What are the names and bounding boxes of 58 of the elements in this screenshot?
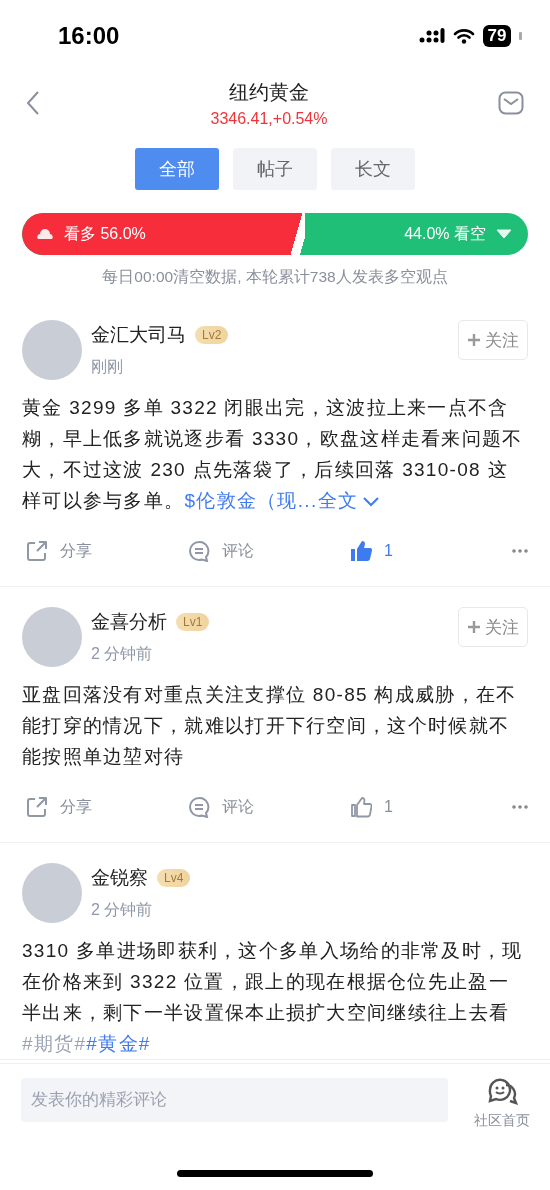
avatar: [22, 320, 82, 380]
thumbs-up-icon: [350, 540, 372, 562]
level-badge: Lv1: [176, 613, 210, 631]
wifi-icon: [453, 28, 475, 44]
comment-button[interactable]: 评论: [188, 540, 350, 562]
author-name: 金喜分析: [91, 610, 167, 634]
mail-icon[interactable]: [498, 91, 524, 115]
share-icon: [26, 540, 48, 562]
status-time: 16:00: [58, 22, 121, 50]
post-text: 3310 多单进场即获利，这个多单入场给的非常及时，现在价格来到 3322 位置，跟上的现在根据仓位先止盈一半出来，剩下一半设置保本止损扩大空间继续往上去看 #期货##黄金#: [22, 939, 524, 1056]
battery-tip-icon: [519, 32, 522, 40]
share-button[interactable]: 分享: [26, 796, 188, 818]
chevron-down-icon: [362, 496, 381, 508]
caret-down-icon: [496, 229, 512, 239]
follow-button[interactable]: 关注: [458, 607, 528, 647]
author-name: 金汇大司马: [91, 323, 186, 347]
avatar: [22, 607, 82, 667]
signal-icon: [419, 28, 445, 44]
like-button[interactable]: 1: [350, 796, 512, 818]
comment-field[interactable]: 发表你的精彩评论: [21, 1078, 448, 1122]
topic-link[interactable]: #黄金#: [86, 1033, 151, 1054]
plus-icon: [467, 620, 481, 634]
chat-smiley-icon: [486, 1076, 518, 1106]
filter-tab[interactable]: 长文: [331, 148, 415, 190]
post-time: 刚刚: [91, 357, 124, 377]
back-icon[interactable]: [26, 90, 40, 116]
page-title: 纽约黄金: [229, 79, 309, 105]
level-badge: Lv2: [195, 326, 229, 344]
cloud-up-icon: [36, 228, 54, 240]
more-icon[interactable]: [512, 549, 528, 553]
comment-bubble-icon: [188, 796, 210, 818]
post-time: 2 分钟前: [91, 900, 154, 920]
bearish-label: 44.0% 看空: [404, 223, 486, 244]
topic-link[interactable]: $伦敦金（现...: [184, 490, 318, 511]
post-time: 2 分钟前: [91, 644, 154, 664]
more-icon[interactable]: [512, 805, 528, 809]
follow-button[interactable]: 关注: [458, 320, 528, 360]
filter-tab[interactable]: 帖子: [233, 148, 317, 190]
author-name: 金锐察: [91, 866, 148, 890]
sentiment-note: 每日00:00清空数据, 本轮累计738人发表多空观点: [101, 267, 449, 287]
price-change: 3346.41,+0.54%: [210, 109, 328, 128]
thumbs-up-icon: [350, 796, 372, 818]
avatar: [22, 863, 82, 923]
like-button[interactable]: 1: [350, 540, 512, 562]
expand-link[interactable]: 全文: [317, 490, 381, 511]
comment-button[interactable]: 评论: [188, 796, 350, 818]
post-text: 黄金 3299 多单 3322 闭眼出完，这波拉上来一点不含糊，早上低多就说逐步看 3330，欧盘这样走看来问题不大，不过这波 230 点先落袋了，后续回落 3310-08 这样可以参与多单。$伦敦金（现...全文: [22, 396, 524, 513]
plus-icon: [467, 333, 481, 347]
community-home-button[interactable]: 社区首页: [474, 1076, 530, 1130]
comment-bubble-icon: [188, 540, 210, 562]
post-text: 亚盘回落没有对重点关注支撑位 80-85 构成威胁，在不能打穿的情况下，就难以打开下行空间，这个时候就不能按照单边堃对待: [22, 683, 518, 769]
level-badge: Lv4: [157, 869, 191, 887]
filter-tab[interactable]: 全部: [135, 148, 219, 190]
topic-link[interactable]: #期货#: [22, 1033, 87, 1054]
bullish-label: 看多 56.0%: [64, 223, 146, 244]
share-icon: [26, 796, 48, 818]
battery-level: 79: [483, 25, 511, 47]
share-button[interactable]: 分享: [26, 540, 188, 562]
